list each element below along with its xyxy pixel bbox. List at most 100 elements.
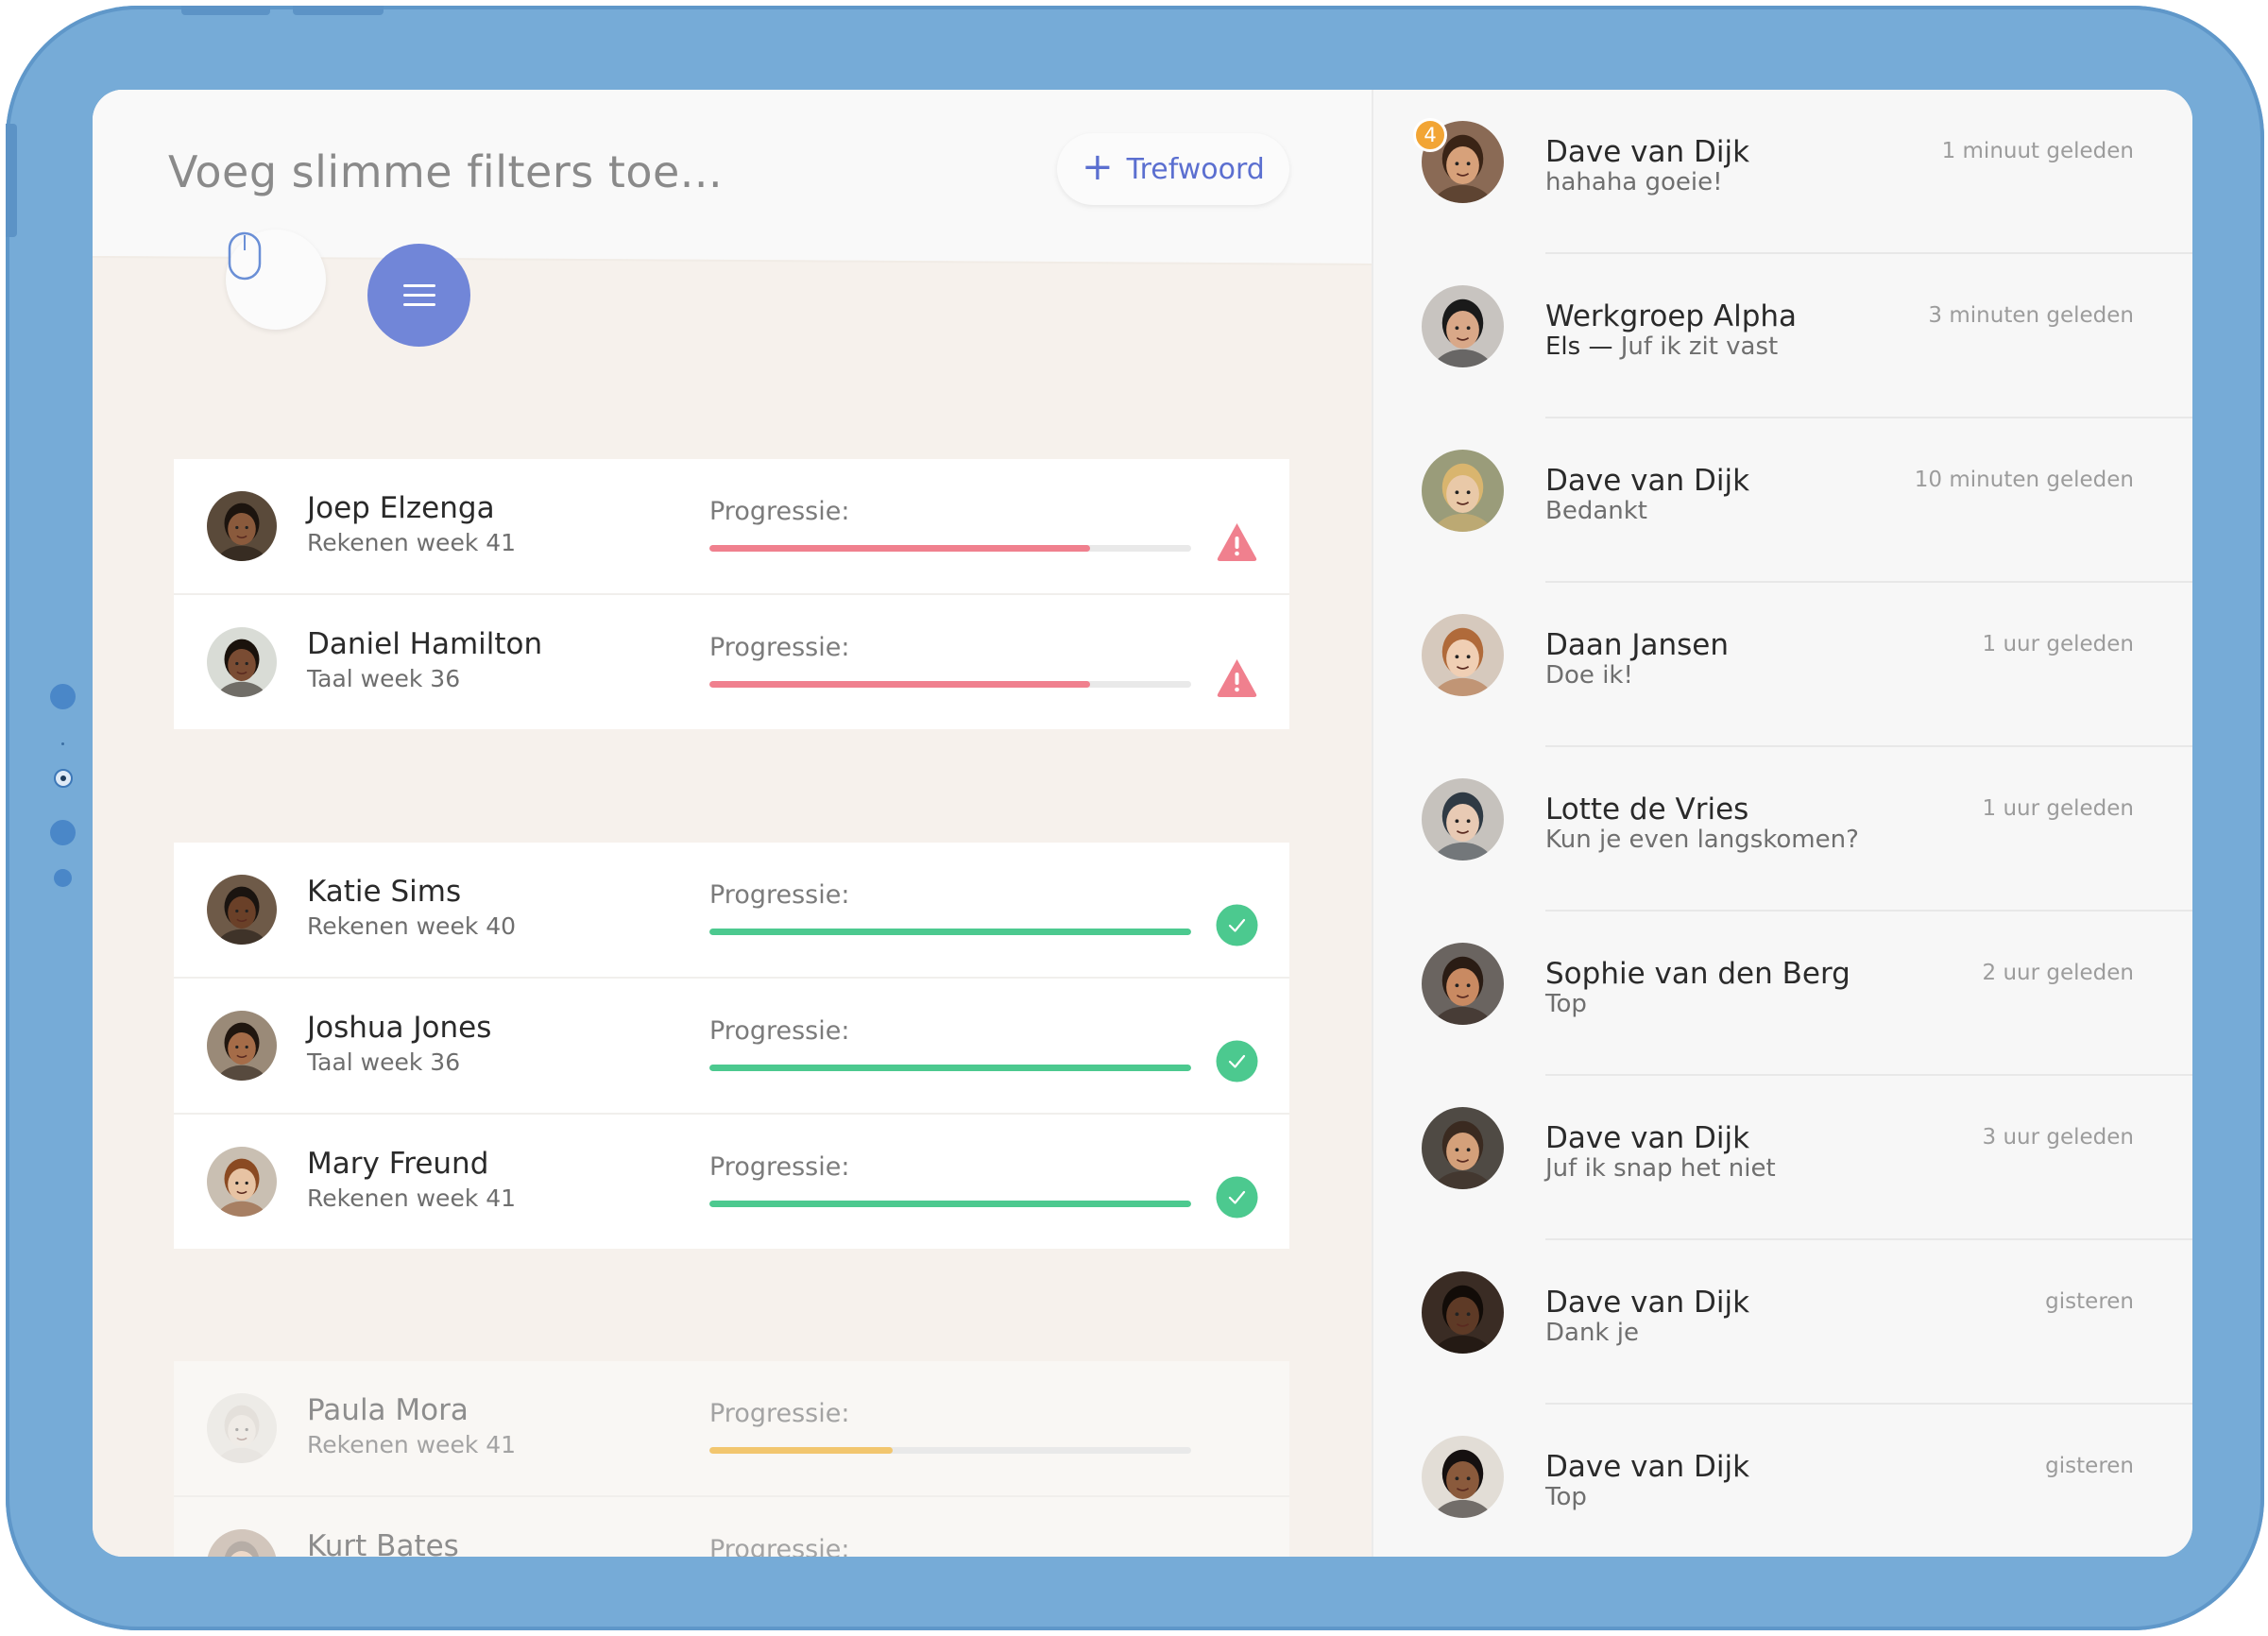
- add-keyword-button[interactable]: + Trefwoord: [1057, 133, 1289, 205]
- student-name: Joep Elzenga: [307, 491, 495, 525]
- progress-label: Progressie:: [709, 497, 850, 526]
- message-item[interactable]: Daan Jansen Doe ik! 1 uur geleden: [1373, 583, 2192, 747]
- avatar-photo: [1422, 450, 1504, 532]
- menu-button[interactable]: [367, 244, 470, 347]
- message-time: 1 uur geleden: [1982, 796, 2134, 821]
- tablet-frame: Voeg slimme filters toe... + Trefwoord J…: [6, 6, 2264, 1630]
- check-icon: [1216, 904, 1258, 946]
- student-row[interactable]: Paula Mora Rekenen week 41 Progressie:: [174, 1361, 1289, 1497]
- message-item[interactable]: Sophie van den Berg Top 2 uur geleden: [1373, 912, 2192, 1076]
- screen: Voeg slimme filters toe... + Trefwoord J…: [93, 90, 2192, 1557]
- progress-bar: [709, 1201, 1191, 1207]
- message-time: 3 uur geleden: [1982, 1125, 2134, 1150]
- progress-bar: [709, 545, 1191, 552]
- warning-icon: [1217, 523, 1257, 561]
- hardware-button: [181, 6, 270, 15]
- student-row[interactable]: Joshua Jones Taal week 36 Progressie:: [174, 979, 1289, 1115]
- progress-fill: [709, 1447, 893, 1454]
- message-time: 2 uur geleden: [1982, 961, 2134, 985]
- page-dot[interactable]: [54, 869, 72, 887]
- menu-icon: [402, 278, 435, 313]
- student-name: Daniel Hamilton: [307, 627, 543, 661]
- student-assignment: Taal week 36: [307, 665, 461, 692]
- unread-badge: 4: [1413, 118, 1447, 152]
- preview-text: Bedankt: [1545, 497, 1647, 525]
- filter-header: Voeg slimme filters toe... + Trefwoord: [93, 90, 1372, 373]
- page-dot-active[interactable]: [54, 769, 73, 788]
- message-sender: Lotte de Vries: [1545, 792, 1749, 827]
- progress-bar: [709, 681, 1191, 688]
- message-item[interactable]: Dave van Dijk Top gisteren: [1373, 1405, 2192, 1557]
- message-item[interactable]: Dave van Dijk Juf ik snap het niet 3 uur…: [1373, 1076, 2192, 1240]
- avatar: [1422, 450, 1504, 532]
- student-name: Joshua Jones: [307, 1011, 492, 1045]
- check-icon: [1216, 1040, 1258, 1082]
- avatar-photo: [1422, 285, 1504, 367]
- avatar-photo: [207, 875, 277, 945]
- avatar-photo: [207, 491, 277, 561]
- message-sender: Dave van Dijk: [1545, 135, 1750, 169]
- smart-filter-input[interactable]: Voeg slimme filters toe...: [168, 146, 723, 197]
- message-item[interactable]: Lotte de Vries Kun je even langskomen? 1…: [1373, 747, 2192, 912]
- progress-label: Progressie:: [709, 1152, 850, 1182]
- avatar: [207, 1529, 277, 1557]
- message-sender: Dave van Dijk: [1545, 464, 1750, 498]
- status-indicator: [1216, 520, 1258, 563]
- progress-label: Progressie:: [709, 1016, 850, 1046]
- avatar-photo: [207, 1529, 277, 1557]
- message-item[interactable]: Werkgroep Alpha Els — Juf ik zit vast 3 …: [1373, 254, 2192, 418]
- student-assignment: Rekenen week 40: [307, 912, 517, 940]
- message-preview: Kun je even langskomen?: [1545, 826, 1859, 854]
- student-name: Katie Sims: [307, 875, 462, 909]
- messages-pane: 4 Dave van Dijk hahaha goeie! 1 minuut g…: [1372, 90, 2192, 1557]
- avatar: [207, 491, 277, 561]
- avatar: [1422, 1107, 1504, 1189]
- status-indicator: [1216, 1423, 1258, 1465]
- page-dot[interactable]: [50, 820, 76, 845]
- message-preview: Dank je: [1545, 1319, 1639, 1347]
- student-name: Mary Freund: [307, 1147, 489, 1181]
- student-row[interactable]: Daniel Hamilton Taal week 36 Progressie:: [174, 595, 1289, 729]
- student-row[interactable]: Katie Sims Rekenen week 40 Progressie:: [174, 843, 1289, 979]
- avatar-photo: [1422, 778, 1504, 861]
- progress-label: Progressie:: [709, 1535, 850, 1557]
- message-item[interactable]: Dave van Dijk Bedankt 10 minuten geleden: [1373, 418, 2192, 583]
- page-dot[interactable]: [50, 684, 76, 709]
- message-time: 1 minuut geleden: [1941, 139, 2134, 163]
- avatar: [1422, 614, 1504, 696]
- message-item[interactable]: 4 Dave van Dijk hahaha goeie! 1 minuut g…: [1373, 90, 2192, 254]
- status-indicator: [1216, 656, 1258, 699]
- student-group-warning: Joep Elzenga Rekenen week 41 Progressie:…: [174, 459, 1289, 729]
- avatar: [1422, 943, 1504, 1025]
- status-indicator: [1216, 904, 1258, 946]
- preview-author: Els —: [1545, 332, 1613, 361]
- page-indicator: [47, 684, 77, 892]
- progress-label: Progressie:: [709, 1399, 850, 1428]
- student-row[interactable]: Mary Freund Rekenen week 41 Progressie:: [174, 1115, 1289, 1249]
- mouse-mode-button[interactable]: [226, 230, 326, 330]
- progress-bar: [709, 1447, 1191, 1454]
- progress-label: Progressie:: [709, 880, 850, 910]
- progress-bar: [709, 929, 1191, 935]
- message-sender: Dave van Dijk: [1545, 1121, 1750, 1155]
- preview-text: Juf ik zit vast: [1620, 332, 1779, 361]
- progress-bar: [709, 1065, 1191, 1071]
- student-row[interactable]: Kurt Bates Progressie:: [174, 1497, 1289, 1557]
- student-group-pending: Paula Mora Rekenen week 41 Progressie: K…: [174, 1361, 1289, 1557]
- student-name: Paula Mora: [307, 1393, 469, 1427]
- preview-text: Top: [1545, 1483, 1587, 1511]
- progress-label: Progressie:: [709, 633, 850, 662]
- avatar: [1422, 1271, 1504, 1354]
- message-preview: hahaha goeie!: [1545, 168, 1723, 196]
- avatar-photo: [1422, 1271, 1504, 1354]
- student-assignment: Taal week 36: [307, 1048, 461, 1076]
- message-preview: Juf ik snap het niet: [1545, 1154, 1776, 1183]
- message-time: gisteren: [2045, 1454, 2134, 1478]
- avatar-photo: [207, 1147, 277, 1217]
- student-assignment: Rekenen week 41: [307, 1431, 517, 1458]
- hardware-side-button: [6, 124, 17, 237]
- avatar-photo: [1422, 1436, 1504, 1518]
- student-row[interactable]: Joep Elzenga Rekenen week 41 Progressie:: [174, 459, 1289, 595]
- message-item[interactable]: Dave van Dijk Dank je gisteren: [1373, 1240, 2192, 1405]
- avatar-photo: [1422, 614, 1504, 696]
